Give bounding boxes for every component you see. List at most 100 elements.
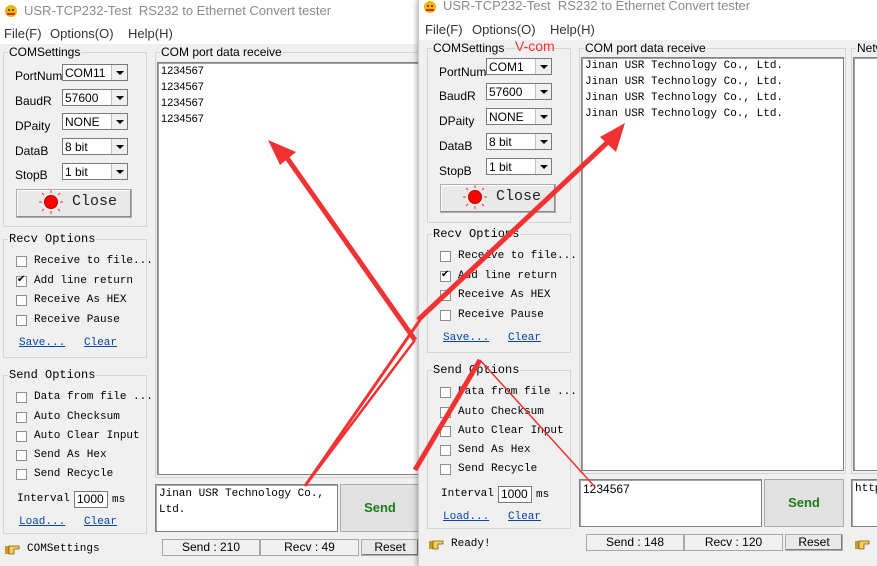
stopbits-select[interactable]: 1 bit bbox=[486, 158, 552, 175]
send-text: Jinan USR Technology Co., Ltd. bbox=[159, 488, 325, 516]
network-send-textarea[interactable]: http bbox=[851, 479, 877, 527]
receive-textarea[interactable]: Jinan USR Technology Co., Ltd. Jinan USR… bbox=[581, 57, 844, 471]
send-counter: Send : 148 bbox=[586, 534, 684, 551]
portnum-label: PortNum bbox=[15, 69, 63, 83]
portnum-select[interactable]: COM11 bbox=[62, 64, 128, 81]
close-port-button[interactable]: Close bbox=[16, 189, 132, 218]
baudrate-select[interactable]: 57600 bbox=[486, 83, 552, 100]
receive-line: Jinan USR Technology Co., Ltd. bbox=[585, 92, 784, 104]
recv-counter: Recv : 120 bbox=[684, 534, 783, 551]
network-legend: Netw bbox=[857, 41, 877, 55]
network-send-text: http bbox=[855, 483, 877, 495]
baudrate-select[interactable]: 57600 bbox=[62, 89, 128, 106]
menu-bar: File(F) Options(O) Help(H) bbox=[419, 18, 877, 40]
send-button[interactable]: Send bbox=[764, 479, 844, 527]
receive-line: 1234567 bbox=[161, 97, 204, 109]
interval-unit: ms bbox=[536, 489, 550, 501]
send-label: Send bbox=[788, 495, 820, 510]
recv-options-legend: Recv Options bbox=[433, 227, 520, 241]
send-textarea[interactable]: Jinan USR Technology Co., Ltd. bbox=[155, 484, 338, 532]
recv-clear-link[interactable]: Clear bbox=[508, 332, 541, 344]
receive-textarea[interactable]: 1234567 1234567 1234567 1234567 bbox=[157, 62, 420, 475]
stopbits-value: 1 bit bbox=[65, 165, 88, 179]
com-settings-legend: COMSettings bbox=[9, 45, 81, 59]
stopbits-label: StopB bbox=[439, 164, 472, 178]
title-bar: USR-TCP232-Test RS232 to Ethernet Conver… bbox=[0, 0, 420, 22]
chevron-down-icon[interactable] bbox=[111, 90, 127, 105]
receive-line: 1234567 bbox=[161, 113, 204, 125]
interval-input[interactable]: 1000 bbox=[498, 486, 532, 503]
network-receive-textarea[interactable] bbox=[853, 57, 877, 471]
vcom-annotation: V-com bbox=[515, 38, 555, 54]
databits-select[interactable]: 8 bit bbox=[486, 133, 552, 150]
chevron-down-icon[interactable] bbox=[111, 114, 127, 129]
load-link[interactable]: Load... bbox=[443, 511, 489, 523]
interval-unit: ms bbox=[112, 494, 126, 506]
chevron-down-icon[interactable] bbox=[535, 59, 551, 74]
portnum-value: COM11 bbox=[65, 66, 106, 80]
send-label: Send bbox=[364, 500, 396, 515]
chevron-down-icon[interactable] bbox=[535, 109, 551, 124]
chevron-down-icon[interactable] bbox=[111, 139, 127, 154]
window-title: USR-TCP232-Test RS232 to Ethernet Conver… bbox=[443, 0, 751, 13]
menu-file[interactable]: File(F) bbox=[4, 26, 42, 41]
interval-input[interactable]: 1000 bbox=[74, 491, 108, 508]
close-port-button[interactable]: Close bbox=[440, 184, 556, 213]
parity-select[interactable]: NONE bbox=[486, 108, 552, 125]
tester-window-com1: USR-TCP232-Test RS232 to Ethernet Conver… bbox=[418, 0, 877, 566]
menu-help[interactable]: Help(H) bbox=[128, 26, 173, 41]
chevron-down-icon[interactable] bbox=[535, 84, 551, 99]
interval-label: Interval bbox=[17, 493, 70, 505]
baudrate-value: 57600 bbox=[65, 91, 99, 105]
close-label: Close bbox=[496, 188, 542, 205]
pointing-hand-icon bbox=[5, 545, 20, 555]
stopbits-select[interactable]: 1 bit bbox=[62, 163, 128, 180]
load-link[interactable]: Load... bbox=[19, 516, 65, 528]
recv-counter: Recv : 49 bbox=[260, 539, 359, 556]
parity-value: NONE bbox=[65, 115, 100, 129]
menu-help[interactable]: Help(H) bbox=[550, 22, 595, 37]
pointing-hand-icon bbox=[429, 540, 444, 550]
menu-options[interactable]: Options(O) bbox=[472, 22, 536, 37]
save-link[interactable]: Save... bbox=[443, 332, 489, 344]
databits-value: 8 bit bbox=[489, 135, 512, 149]
databits-label: DataB bbox=[15, 144, 49, 158]
com-settings-legend: COMSettings bbox=[433, 41, 505, 55]
app-icon bbox=[5, 5, 17, 17]
chevron-down-icon[interactable] bbox=[535, 134, 551, 149]
menu-options[interactable]: Options(O) bbox=[50, 26, 114, 41]
receive-legend: COM port data receive bbox=[161, 45, 282, 59]
receive-line: Jinan USR Technology Co., Ltd. bbox=[585, 108, 784, 120]
status-led-icon bbox=[469, 191, 481, 203]
recv-clear-link[interactable]: Clear bbox=[84, 337, 117, 349]
parity-label: DPaity bbox=[15, 119, 51, 133]
receive-line: 1234567 bbox=[161, 65, 204, 77]
baudrate-label: BaudR bbox=[439, 89, 476, 103]
send-text: 1234567 bbox=[583, 482, 630, 496]
stopbits-value: 1 bit bbox=[489, 160, 512, 174]
pointing-hand-icon bbox=[855, 540, 870, 550]
save-link[interactable]: Save... bbox=[19, 337, 65, 349]
send-clear-link[interactable]: Clear bbox=[84, 516, 117, 528]
menu-file[interactable]: File(F) bbox=[425, 22, 463, 37]
receive-line: Jinan USR Technology Co., Ltd. bbox=[585, 76, 784, 88]
chevron-down-icon[interactable] bbox=[111, 164, 127, 179]
stopbits-label: StopB bbox=[15, 168, 48, 182]
send-textarea[interactable]: 1234567 bbox=[579, 479, 762, 527]
reset-button[interactable]: Reset bbox=[361, 539, 419, 556]
chevron-down-icon[interactable] bbox=[535, 159, 551, 174]
send-button[interactable]: Send bbox=[340, 484, 420, 532]
databits-select[interactable]: 8 bit bbox=[62, 138, 128, 155]
status-text: COMSettings bbox=[27, 543, 100, 555]
chevron-down-icon[interactable] bbox=[111, 65, 127, 80]
parity-select[interactable]: NONE bbox=[62, 113, 128, 130]
reset-button[interactable]: Reset bbox=[785, 534, 843, 551]
send-clear-link[interactable]: Clear bbox=[508, 511, 541, 523]
portnum-value: COM1 bbox=[489, 60, 524, 74]
receive-legend: COM port data receive bbox=[585, 41, 706, 55]
menu-bar: File(F) Options(O) Help(H) bbox=[0, 22, 420, 44]
parity-value: NONE bbox=[489, 110, 524, 124]
send-options-legend: Send Options bbox=[9, 368, 96, 382]
portnum-select[interactable]: COM1 bbox=[486, 58, 552, 75]
send-options-legend: Send Options bbox=[433, 363, 520, 377]
